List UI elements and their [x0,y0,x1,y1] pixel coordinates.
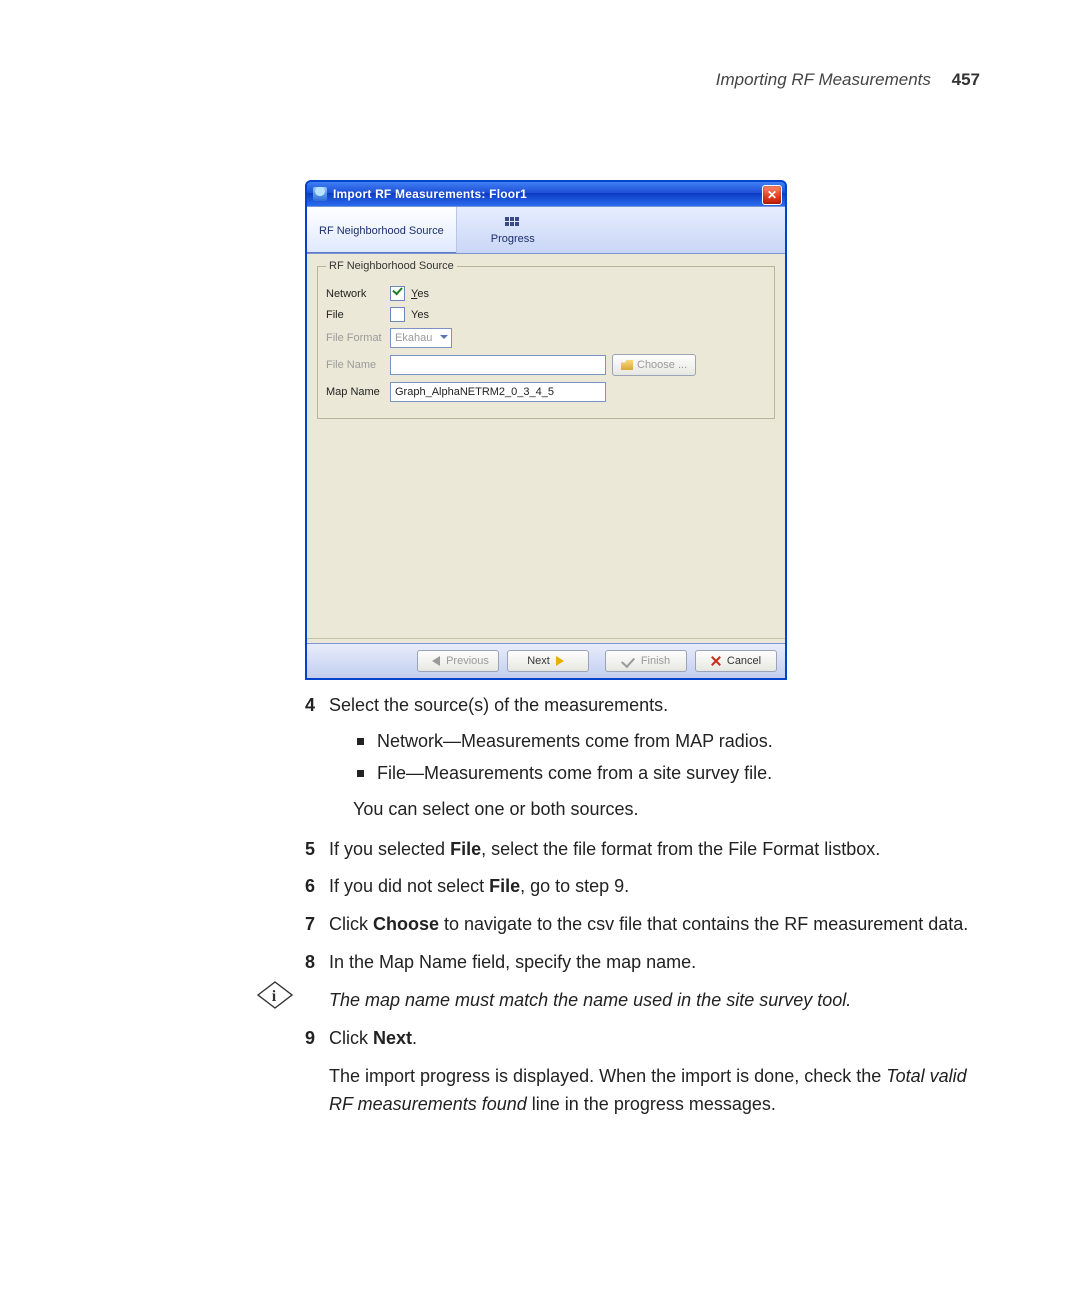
row-file: File Yes [326,307,766,322]
map-name-input[interactable]: Graph_AlphaNETRM2_0_3_4_5 [390,382,606,402]
next-label: Next [527,655,550,667]
wizard-tabs: RF Neighborhood Source Progress [307,206,785,254]
row-file-format: File Format Ekahau [326,328,766,348]
step-4-bullet-network: Network—Measurements come from MAP radio… [357,728,985,756]
step-text: Click Choose to navigate to the csv file… [329,914,968,934]
row-file-name: File Name Choose ... [326,354,766,376]
step-6: 6 If you did not select File, go to step… [305,873,985,901]
cancel-label: Cancel [727,655,761,667]
arrow-left-icon [427,656,440,666]
file-label: File [326,309,384,321]
group-legend: RF Neighborhood Source [326,260,457,272]
choose-label: Choose ... [637,359,687,371]
tab-rf-neighborhood-source[interactable]: RF Neighborhood Source [307,207,457,253]
finish-label: Finish [641,655,670,667]
row-map-name: Map Name Graph_AlphaNETRM2_0_3_4_5 [326,382,766,402]
step-8: 8 In the Map Name field, specify the map… [305,949,985,977]
row-network: Network Yes [326,286,766,301]
step-text: Select the source(s) of the measurements… [329,695,668,715]
previous-label: Previous [446,655,489,667]
dialog-screenshot: Import RF Measurements: Floor1 ✕ RF Neig… [305,180,787,680]
file-format-combo[interactable]: Ekahau [390,328,452,348]
running-header: Importing RF Measurements 457 [716,70,980,90]
tab-progress[interactable]: Progress [457,207,569,253]
page-number: 457 [952,70,980,89]
x-icon [711,656,721,666]
choose-button[interactable]: Choose ... [612,354,696,376]
file-name-input[interactable] [390,355,606,375]
network-checkbox[interactable] [390,286,405,301]
network-label: Network [326,288,384,300]
step-text: Click Next. [329,1028,417,1048]
info-note-text: The map name must match the name used in… [329,987,985,1015]
step-text: In the Map Name field, specify the map n… [329,952,696,972]
network-option: Yes [411,288,429,300]
check-icon [621,654,635,668]
folder-icon [621,360,633,370]
step-4: 4 Select the source(s) of the measuremen… [305,692,985,824]
file-checkbox[interactable] [390,307,405,322]
title-bar: Import RF Measurements: Floor1 ✕ [307,182,785,206]
step-text: If you selected File, select the file fo… [329,839,880,859]
step-4-note: You can select one or both sources. [353,796,985,824]
step-text: If you did not select File, go to step 9… [329,876,629,896]
file-option: Yes [411,309,429,321]
tab-label: Progress [491,233,535,245]
progress-icon [505,217,521,231]
map-name-label: Map Name [326,386,384,398]
cancel-button[interactable]: Cancel [695,650,777,672]
step-9: 9 Click Next. The import progress is dis… [305,1025,985,1119]
file-format-value: Ekahau [395,332,432,344]
finish-button[interactable]: Finish [605,650,687,672]
window-title: Import RF Measurements: Floor1 [333,187,527,201]
tab-label: RF Neighborhood Source [319,225,444,237]
arrow-right-icon [556,656,569,666]
rf-source-group: RF Neighborhood Source Network Yes File … [317,260,775,419]
dialog-footer: Previous Next Finish Cancel [307,643,785,678]
step-7: 7 Click Choose to navigate to the csv fi… [305,911,985,939]
step-9-note: The import progress is displayed. When t… [329,1063,985,1119]
close-button[interactable]: ✕ [762,185,782,205]
previous-button[interactable]: Previous [417,650,499,672]
svg-text:i: i [272,988,277,1005]
file-name-label: File Name [326,359,384,371]
step-4-bullet-file: File—Measurements come from a site surve… [357,760,985,788]
file-format-label: File Format [326,332,384,344]
section-title: Importing RF Measurements [716,70,931,89]
info-icon: i [255,980,295,1010]
step-5: 5 If you selected File, select the file … [305,836,985,864]
close-icon: ✕ [767,189,777,201]
map-name-value: Graph_AlphaNETRM2_0_3_4_5 [395,386,554,398]
app-icon [313,187,327,201]
next-button[interactable]: Next [507,650,589,672]
instruction-text: 4 Select the source(s) of the measuremen… [305,692,985,1131]
